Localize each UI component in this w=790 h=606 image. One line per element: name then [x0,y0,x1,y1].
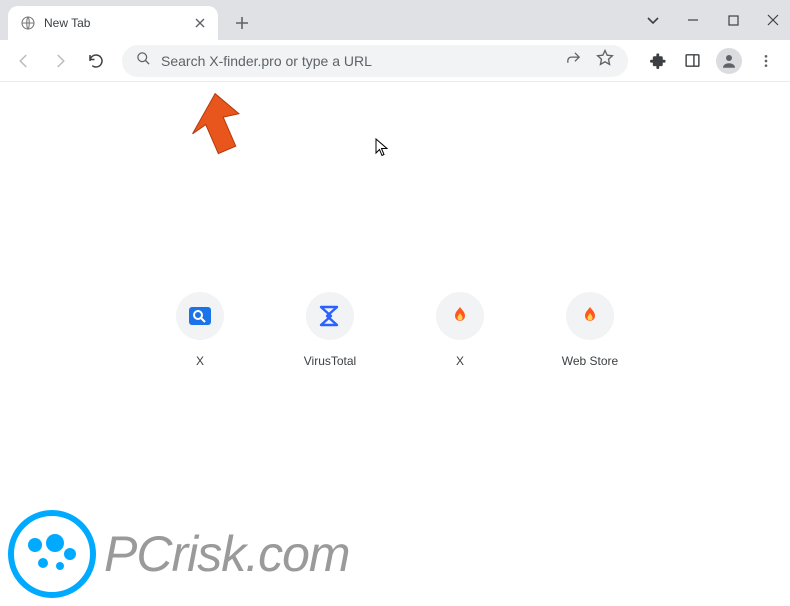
tab-close-button[interactable] [192,15,208,31]
shortcut-icon [566,292,614,340]
shortcut-icon [176,292,224,340]
forward-button[interactable] [44,45,76,77]
new-tab-content: X VirusTotal X Web Store [0,82,790,606]
address-bar-placeholder: Search X-finder.pro or type a URL [161,53,557,69]
chevron-down-icon[interactable] [644,11,662,29]
shortcut-icon [436,292,484,340]
watermark-badge-icon [8,510,96,598]
globe-icon [20,15,36,31]
shortcut-label: X [456,354,464,368]
back-button[interactable] [8,45,40,77]
new-tab-button[interactable] [228,9,256,37]
shortcut-virustotal[interactable]: VirusTotal [286,292,374,368]
address-bar[interactable]: Search X-finder.pro or type a URL [122,45,628,77]
window-controls [644,0,782,40]
watermark: PCrisk.com [8,510,350,598]
shortcut-webstore[interactable]: Web Store [546,292,634,368]
shortcut-x-1[interactable]: X [156,292,244,368]
bookmark-star-icon[interactable] [596,49,614,72]
toolbar: Search X-finder.pro or type a URL [0,40,790,82]
annotation-arrow-icon [178,92,248,167]
shortcut-x-2[interactable]: X [416,292,504,368]
shortcut-label: X [196,354,204,368]
shortcut-label: VirusTotal [304,354,356,368]
cursor-icon [375,138,391,163]
search-icon [136,51,151,71]
minimize-button[interactable] [684,11,702,29]
maximize-button[interactable] [724,11,742,29]
tab-title: New Tab [44,16,192,30]
shortcuts-row: X VirusTotal X Web Store [156,292,634,368]
browser-tab[interactable]: New Tab [8,6,218,40]
profile-button[interactable] [716,48,742,74]
titlebar: New Tab [0,0,790,40]
close-window-button[interactable] [764,11,782,29]
share-icon[interactable] [565,50,582,72]
watermark-text: PCrisk.com [104,525,350,583]
shortcut-icon [306,292,354,340]
extensions-icon[interactable] [648,51,668,71]
sidepanel-icon[interactable] [682,51,702,71]
reload-button[interactable] [80,45,112,77]
menu-icon[interactable] [756,51,776,71]
shortcut-label: Web Store [562,354,618,368]
